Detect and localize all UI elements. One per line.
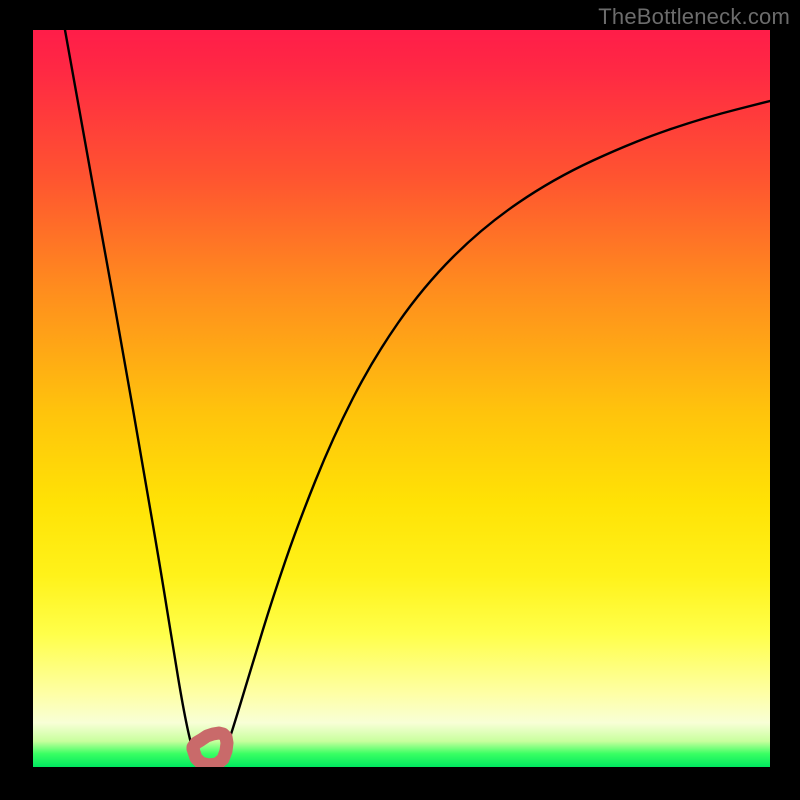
attribution-text: TheBottleneck.com — [598, 4, 790, 30]
dip-marker — [193, 733, 227, 765]
curve-right — [221, 101, 770, 761]
chart-frame: TheBottleneck.com — [0, 0, 800, 800]
curves-svg — [33, 30, 770, 767]
plot-area — [33, 30, 770, 767]
curve-left — [65, 30, 205, 763]
